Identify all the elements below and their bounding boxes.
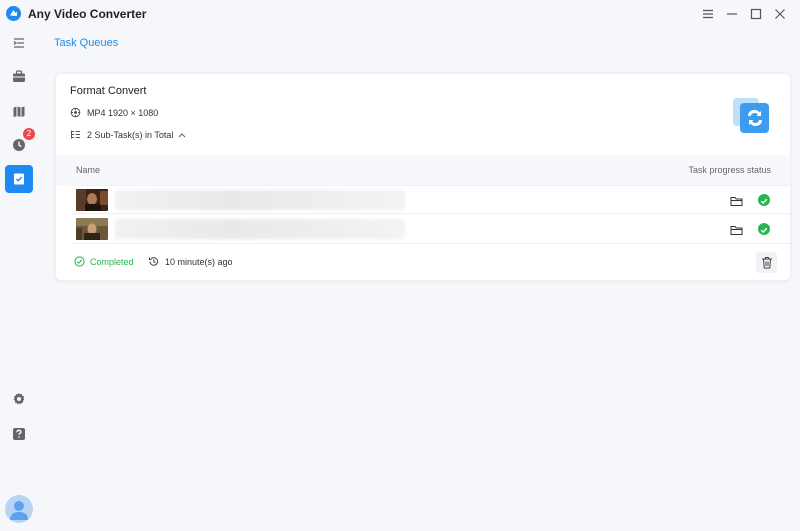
sidebar-item-task-queues[interactable] [5, 165, 33, 193]
minimize-icon[interactable] [723, 5, 741, 23]
help-icon [13, 428, 25, 440]
file-name [115, 219, 405, 239]
completed-check-icon [74, 256, 85, 267]
collapse-menu-icon [13, 38, 24, 48]
title-bar: Any Video Converter [0, 0, 800, 28]
column-status: Task progress status [688, 165, 771, 175]
format-convert-icon [733, 97, 769, 133]
history-clock-icon [148, 256, 159, 267]
sidebar-item-collapse[interactable] [5, 29, 33, 57]
map-icon [13, 106, 25, 117]
task-title: Format Convert [70, 85, 147, 97]
maximize-icon[interactable] [747, 5, 765, 23]
table-row[interactable] [70, 185, 790, 214]
clock-icon [13, 139, 25, 151]
gear-icon [13, 393, 25, 405]
file-name [115, 190, 405, 210]
subtasks-label: 2 Sub-Task(s) in Total [87, 129, 174, 140]
time-label: 10 minute(s) ago [165, 256, 233, 267]
task-queue-icon [14, 173, 24, 185]
task-footer: Completed 10 minute(s) ago [56, 242, 790, 280]
app-logo-icon [6, 6, 21, 21]
video-thumbnail [76, 218, 108, 240]
notification-badge: 2 [23, 128, 35, 140]
subtasks-toggle[interactable]: 2 Sub-Task(s) in Total [70, 129, 186, 140]
close-icon[interactable] [771, 5, 789, 23]
task-format: MP4 1920 × 1080 [70, 107, 158, 118]
subtask-table-header: Name Task progress status [56, 155, 790, 185]
avatar[interactable] [5, 495, 33, 523]
success-check-icon [758, 223, 770, 235]
sidebar-item-settings[interactable] [5, 385, 33, 413]
open-folder-icon[interactable] [730, 223, 743, 235]
table-row[interactable] [70, 215, 790, 244]
chevron-up-icon [178, 132, 186, 138]
column-name: Name [76, 165, 101, 175]
sidebar: 2 [0, 28, 44, 531]
status-badge: Completed [74, 256, 134, 267]
toolbox-icon [13, 69, 25, 82]
video-thumbnail [76, 189, 108, 211]
sidebar-item-help[interactable] [5, 420, 33, 448]
sidebar-item-history[interactable]: 2 [5, 128, 35, 159]
open-folder-icon[interactable] [730, 194, 743, 206]
task-card: Format Convert MP4 1920 × 1080 2 Sub-Tas… [55, 73, 791, 281]
status-label: Completed [90, 256, 134, 267]
delete-task-button[interactable] [756, 252, 777, 273]
success-check-icon [758, 194, 770, 206]
menu-icon[interactable] [699, 5, 717, 23]
breadcrumb-task-queues[interactable]: Task Queues [54, 37, 118, 49]
sidebar-item-toolbox[interactable] [5, 62, 33, 90]
subtasks-icon [70, 129, 81, 140]
trash-icon [761, 257, 772, 269]
format-icon [70, 107, 81, 118]
app-title: Any Video Converter [28, 7, 147, 21]
format-label: MP4 1920 × 1080 [87, 107, 159, 118]
sidebar-item-map[interactable] [5, 97, 33, 125]
task-time: 10 minute(s) ago [148, 256, 233, 267]
user-avatar-icon [10, 501, 28, 520]
